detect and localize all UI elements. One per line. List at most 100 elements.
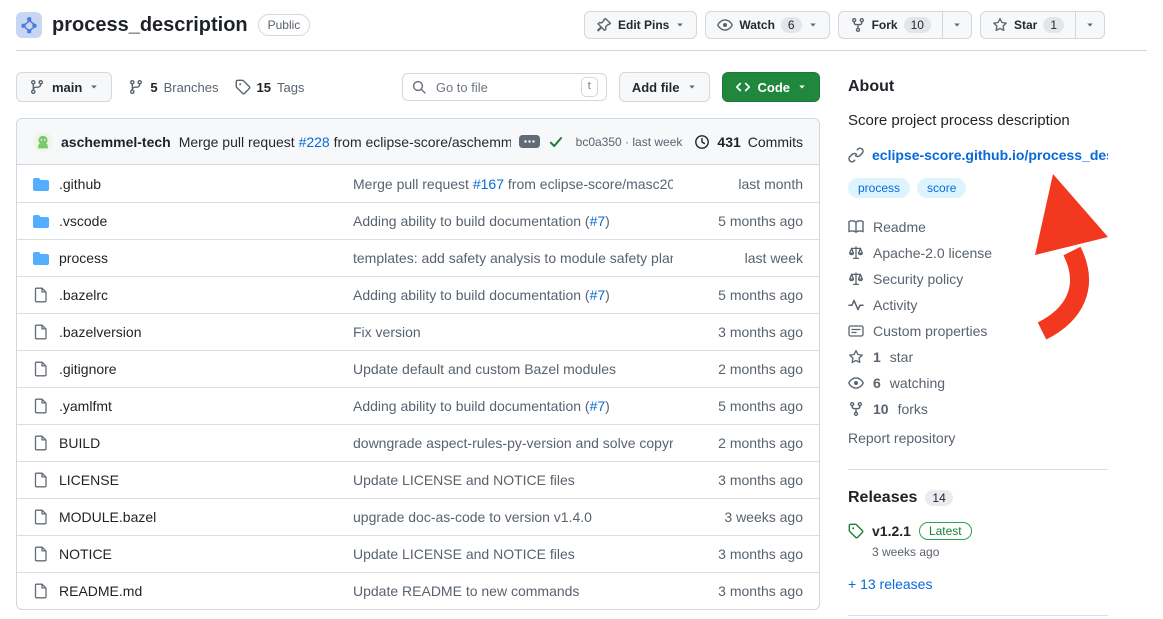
commit-message[interactable]: Merge pull request #167 from eclipse-sco… (353, 176, 673, 192)
topic-pill-process[interactable]: process (848, 178, 910, 198)
star-dropdown-button[interactable] (1075, 11, 1105, 39)
pr-link[interactable]: #7 (590, 287, 606, 303)
repo-name[interactable]: process_description (52, 14, 248, 37)
table-row[interactable]: .bazelversionFix version3 months ago (17, 313, 819, 350)
file-name-link[interactable]: process (59, 250, 108, 266)
tag-icon (235, 79, 251, 95)
pr-link[interactable]: #167 (473, 176, 504, 192)
sidebar-item-star[interactable]: 1star (848, 349, 1108, 365)
pr-link[interactable]: #7 (590, 213, 606, 229)
latest-release-row[interactable]: v1.2.1 Latest (848, 522, 1108, 540)
edit-pins-label: Edit Pins (618, 18, 669, 32)
website-link[interactable]: eclipse-score.github.io/process_descr... (872, 147, 1108, 163)
star-button[interactable]: Star 1 (980, 11, 1076, 39)
file-icon (33, 287, 49, 303)
code-button[interactable]: Code (722, 72, 821, 102)
file-icon (33, 583, 49, 599)
file-name-link[interactable]: NOTICE (59, 546, 112, 562)
branches-label: Branches (164, 80, 219, 95)
sidebar-item-custom-properties[interactable]: Custom properties (848, 323, 1108, 339)
branches-count: 5 (150, 80, 157, 95)
fork-button[interactable]: Fork 10 (838, 11, 943, 39)
sidebar-item-label: Security policy (873, 271, 963, 287)
commit-message[interactable]: downgrade aspect-rules-py-version and so… (353, 435, 673, 451)
commit-message[interactable]: upgrade doc-as-code to version v1.4.0 (353, 509, 673, 525)
repo-avatar[interactable] (16, 12, 42, 38)
file-name-link[interactable]: BUILD (59, 435, 100, 451)
file-name-link[interactable]: .github (59, 176, 101, 192)
check-icon[interactable] (548, 134, 564, 150)
file-name-cell: process (33, 250, 353, 266)
branches-link[interactable]: 5 Branches (128, 79, 218, 95)
main-column: main 5 Branches 15 Tags t (16, 72, 820, 610)
file-name-link[interactable]: README.md (59, 583, 142, 599)
file-name-link[interactable]: .vscode (59, 213, 107, 229)
table-row[interactable]: .yamlfmt Adding ability to build document… (17, 387, 819, 424)
commit-message[interactable]: Adding ability to build documentation (#… (353, 287, 673, 303)
edit-pins-button[interactable]: Edit Pins (584, 11, 697, 39)
commit-ellipsis-button[interactable] (519, 135, 540, 148)
table-row[interactable]: .gitignore Update default and custom Baze… (17, 350, 819, 387)
git-branch-icon (128, 79, 144, 95)
commit-message[interactable]: Merge pull request #228 from eclipse-sco… (179, 134, 511, 150)
commits-history-link[interactable]: 431 Commits (694, 134, 803, 150)
commit-author[interactable]: aschemmel-tech (61, 134, 171, 150)
file-name-cell: LICENSE (33, 472, 353, 488)
file-name-cell: .vscode (33, 213, 353, 229)
branch-selector[interactable]: main (16, 72, 112, 102)
add-file-label: Add file (632, 80, 680, 95)
sidebar-item-apache-2-0-license[interactable]: Apache-2.0 license (848, 245, 1108, 261)
file-browser: aschemmel-tech Merge pull request #228 f… (16, 118, 820, 610)
table-row[interactable]: .vscode Adding ability to build documenta… (17, 202, 819, 239)
file-name-link[interactable]: MODULE.bazel (59, 509, 156, 525)
table-row[interactable]: BUILD downgrade aspect-rules-py-version a… (17, 424, 819, 461)
table-row[interactable]: process templates: add safety analysis to… (17, 239, 819, 276)
sidebar-item-forks[interactable]: 10forks (848, 401, 1108, 417)
chevron-down-icon (675, 20, 685, 30)
sidebar-item-watching[interactable]: 6watching (848, 375, 1108, 391)
releases-header[interactable]: Releases 14 (848, 489, 1108, 507)
tags-link[interactable]: 15 Tags (235, 79, 305, 95)
table-row[interactable]: MODULE.bazel upgrade doc-as-code to versi… (17, 498, 819, 535)
header-actions: Edit Pins Watch 6 Fork 10 (584, 11, 1105, 39)
sidebar-item-activity[interactable]: Activity (848, 297, 1108, 313)
sidebar-item-readme[interactable]: Readme (848, 219, 1108, 235)
file-name-link[interactable]: LICENSE (59, 472, 119, 488)
more-releases-link[interactable]: + 13 releases (848, 576, 932, 592)
release-version[interactable]: v1.2.1 (872, 523, 911, 539)
commit-message[interactable]: Update LICENSE and NOTICE files (353, 472, 673, 488)
file-name-link[interactable]: .yamlfmt (59, 398, 112, 414)
watch-button[interactable]: Watch 6 (705, 11, 829, 39)
fork-dropdown-button[interactable] (942, 11, 972, 39)
commit-sha-time[interactable]: bc0a350 · last week (576, 135, 683, 149)
file-name-link[interactable]: .bazelversion (59, 324, 142, 340)
commit-sha[interactable]: bc0a350 (576, 135, 622, 149)
table-row[interactable]: .bazelrc Adding ability to build document… (17, 276, 819, 313)
commit-message[interactable]: Update README to new commands (353, 583, 673, 599)
commit-author-avatar[interactable] (33, 132, 53, 152)
file-name-cell: BUILD (33, 435, 353, 451)
pr-link[interactable]: #7 (590, 398, 606, 414)
table-row[interactable]: README.mdUpdate README to new commands3 … (17, 572, 819, 609)
commit-message[interactable]: templates: add safety analysis to module… (353, 250, 673, 266)
table-row[interactable]: NOTICEUpdate LICENSE and NOTICE files3 m… (17, 535, 819, 572)
file-name-link[interactable]: .bazelrc (59, 287, 108, 303)
commit-message[interactable]: Adding ability to build documentation (#… (353, 398, 673, 414)
commit-message[interactable]: Fix version (353, 324, 673, 340)
fork-count: 10 (904, 17, 931, 33)
table-row[interactable]: LICENSEUpdate LICENSE and NOTICE files3 … (17, 461, 819, 498)
commit-message[interactable]: Update LICENSE and NOTICE files (353, 546, 673, 562)
sidebar-item-security-policy[interactable]: Security policy (848, 271, 1108, 287)
sidebar-divider (848, 469, 1108, 470)
chevron-down-icon (808, 20, 818, 30)
file-name-link[interactable]: .gitignore (59, 361, 117, 377)
commit-message[interactable]: Update default and custom Bazel modules (353, 361, 673, 377)
pr-link[interactable]: #228 (299, 134, 330, 150)
report-repository-link[interactable]: Report repository (848, 430, 955, 446)
add-file-button[interactable]: Add file (619, 72, 710, 102)
fork-icon (848, 401, 864, 417)
go-to-file-input[interactable] (434, 79, 574, 96)
commit-message[interactable]: Adding ability to build documentation (#… (353, 213, 673, 229)
table-row[interactable]: .github Merge pull request #167 from ecli… (17, 165, 819, 202)
topic-pill-score[interactable]: score (917, 178, 966, 198)
